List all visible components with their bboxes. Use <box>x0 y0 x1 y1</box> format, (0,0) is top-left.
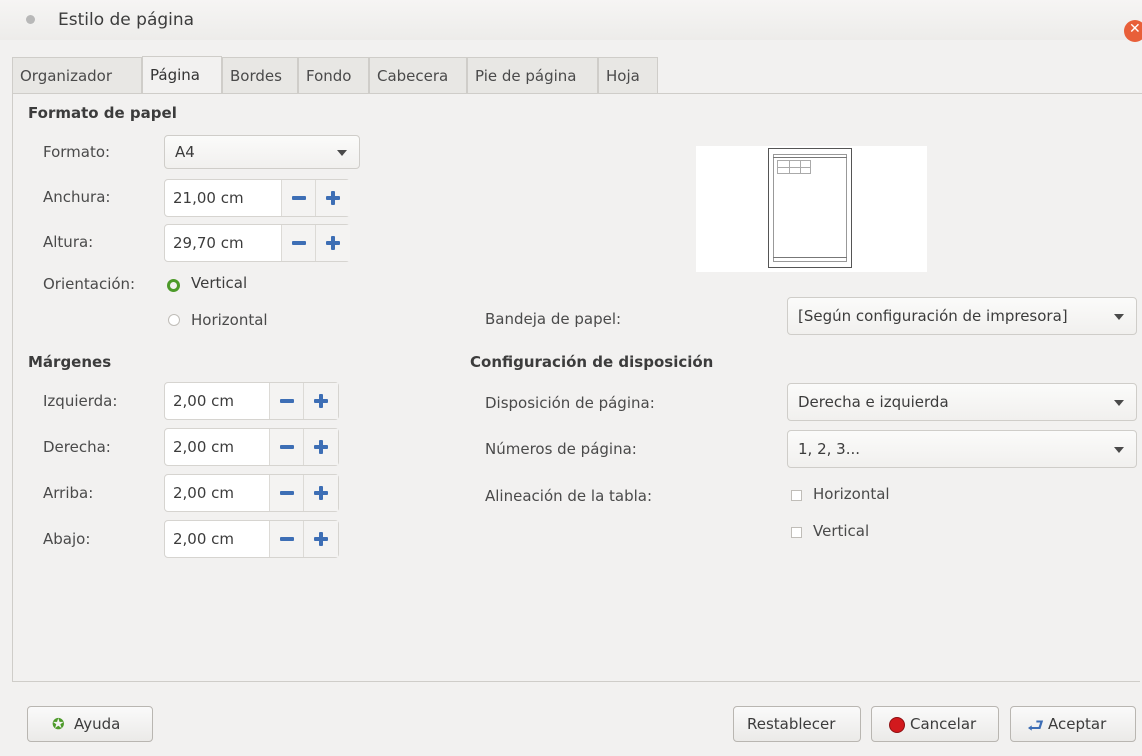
tab-pagina[interactable]: Página <box>142 56 222 94</box>
cancel-icon <box>889 717 905 733</box>
orientation-vertical-radio[interactable] <box>167 279 180 292</box>
chevron-down-icon <box>1114 400 1124 406</box>
table-align-horizontal-label[interactable]: Horizontal <box>813 485 890 503</box>
table-alignment-label: Alineación de la tabla: <box>485 487 653 505</box>
width-spinbox[interactable]: 21,00 cm <box>164 179 350 217</box>
table-align-vertical-label[interactable]: Vertical <box>813 522 869 540</box>
paper-format-heading: Formato de papel <box>28 104 177 122</box>
tab-pie-de-pagina[interactable]: Pie de página <box>467 57 598 93</box>
paper-tray-label: Bandeja de papel: <box>485 310 622 328</box>
height-increment-button[interactable] <box>315 225 350 261</box>
page-numbers-label: Números de página: <box>485 440 637 458</box>
margin-bottom-label: Abajo: <box>43 530 91 548</box>
close-button[interactable]: ✕ <box>1124 20 1142 42</box>
preview-footer-line <box>773 257 847 262</box>
width-decrement-button[interactable] <box>281 180 316 216</box>
cancel-button[interactable]: Cancelar <box>871 706 999 742</box>
help-button[interactable]: ✪ Ayuda <box>27 706 153 742</box>
margins-heading: Márgenes <box>28 353 112 371</box>
page-layout-label: Disposición de página: <box>485 394 655 412</box>
margin-right-label: Derecha: <box>43 438 111 456</box>
margin-right-increment-button[interactable] <box>303 429 338 465</box>
margin-right-decrement-button[interactable] <box>269 429 304 465</box>
margin-right-spinbox[interactable]: 2,00 cm <box>164 428 339 466</box>
width-label: Anchura: <box>43 188 111 206</box>
height-label: Altura: <box>43 233 94 251</box>
margin-left-increment-button[interactable] <box>303 383 338 419</box>
orientation-vertical-label[interactable]: Vertical <box>191 274 247 292</box>
tab-bordes[interactable]: Bordes <box>222 57 298 93</box>
paper-tray-select[interactable]: [Según configuración de impresora] <box>787 297 1137 335</box>
reset-button[interactable]: Restablecer <box>733 706 861 742</box>
height-spinbox[interactable]: 29,70 cm <box>164 224 350 262</box>
margin-left-spinbox[interactable]: 2,00 cm <box>164 382 339 420</box>
table-align-horizontal-checkbox[interactable] <box>791 490 802 501</box>
height-decrement-button[interactable] <box>281 225 316 261</box>
margin-left-decrement-button[interactable] <box>269 383 304 419</box>
chevron-down-icon <box>1114 447 1124 453</box>
orientation-horizontal-radio[interactable] <box>168 314 180 326</box>
chevron-down-icon <box>1114 314 1124 320</box>
enter-arrow-icon: ⮐ <box>1027 715 1045 737</box>
margin-top-increment-button[interactable] <box>303 475 338 511</box>
tab-cabecera[interactable]: Cabecera <box>369 57 467 93</box>
format-label: Formato: <box>43 143 111 161</box>
page-numbers-select[interactable]: 1, 2, 3... <box>787 430 1137 468</box>
width-increment-button[interactable] <box>315 180 350 216</box>
close-icon: ✕ <box>1129 21 1141 37</box>
margin-top-label: Arriba: <box>43 484 94 502</box>
orientation-horizontal-label[interactable]: Horizontal <box>191 311 268 329</box>
layout-heading: Configuración de disposición <box>470 353 714 371</box>
preview-header-line <box>773 154 847 158</box>
preview-table-icon <box>777 160 811 174</box>
margin-left-label: Izquierda: <box>43 392 118 410</box>
margin-bottom-decrement-button[interactable] <box>269 521 304 557</box>
table-align-vertical-checkbox[interactable] <box>791 527 802 538</box>
margin-top-decrement-button[interactable] <box>269 475 304 511</box>
ok-button[interactable]: ⮐ Aceptar <box>1010 706 1136 742</box>
tab-fondo[interactable]: Fondo <box>298 57 369 93</box>
lifebuoy-icon: ✪ <box>52 715 65 733</box>
tab-hoja[interactable]: Hoja <box>598 57 658 93</box>
margin-bottom-spinbox[interactable]: 2,00 cm <box>164 520 339 558</box>
margin-bottom-increment-button[interactable] <box>303 521 338 557</box>
window-title: Estilo de página <box>58 10 195 30</box>
orientation-label: Orientación: <box>43 275 136 293</box>
window-menu-icon[interactable] <box>26 15 35 24</box>
margin-top-spinbox[interactable]: 2,00 cm <box>164 474 339 512</box>
chevron-down-icon <box>337 150 347 156</box>
page-layout-select[interactable]: Derecha e izquierda <box>787 383 1137 421</box>
format-select[interactable]: A4 <box>164 135 360 169</box>
tab-organizador[interactable]: Organizador <box>12 57 142 93</box>
